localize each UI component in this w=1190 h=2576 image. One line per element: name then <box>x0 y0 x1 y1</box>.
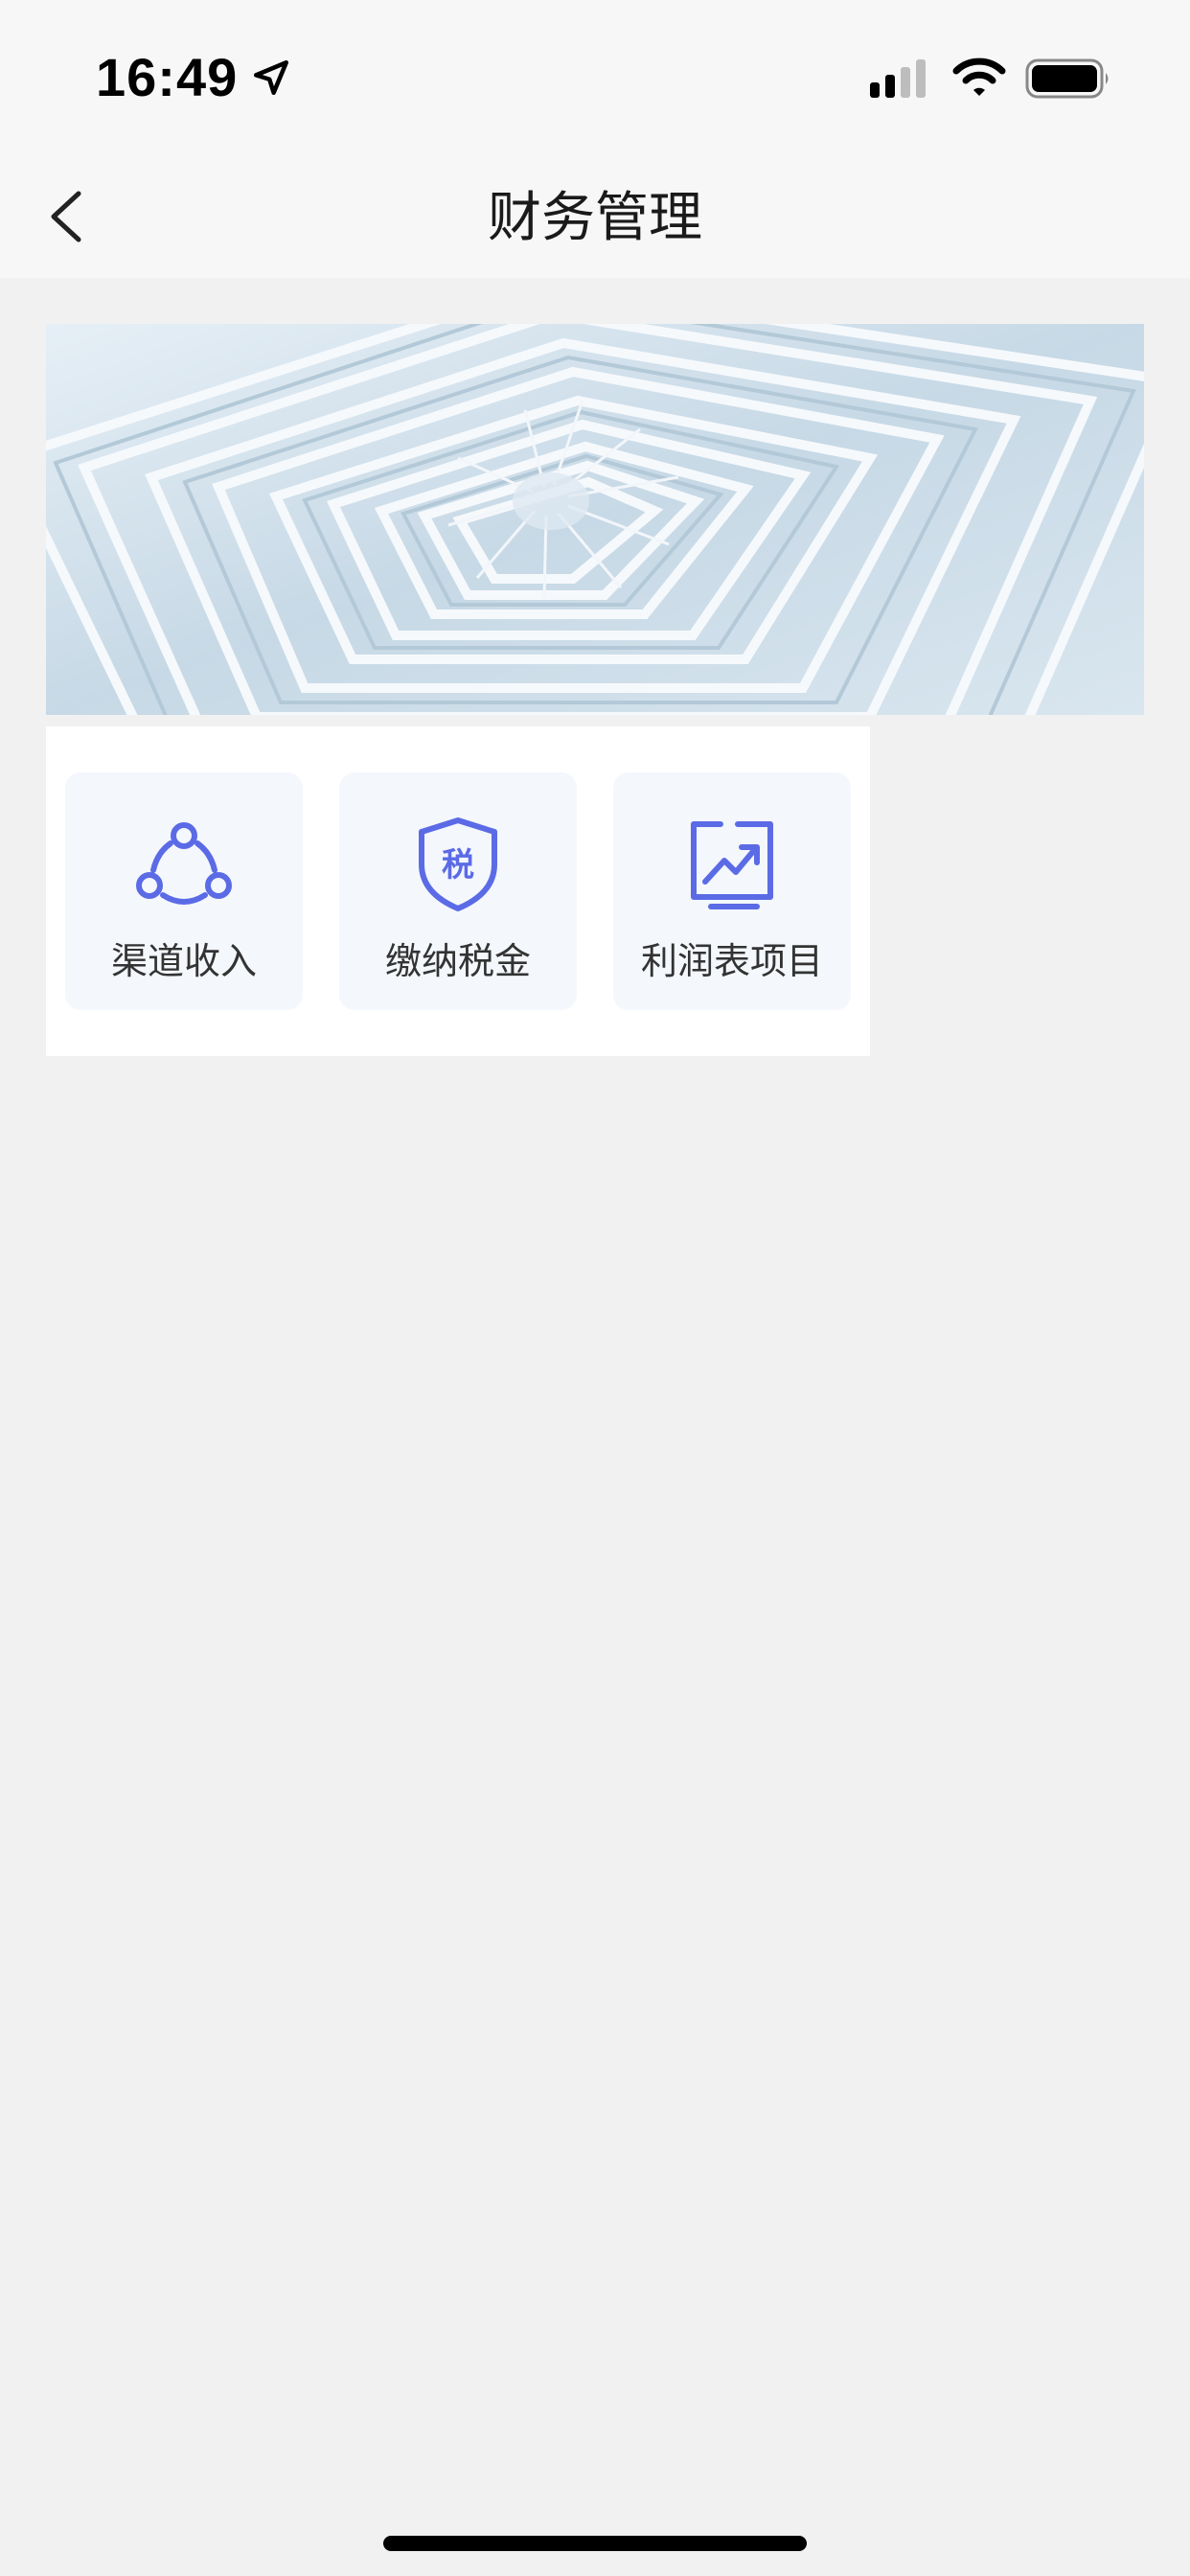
status-bar: 16:49 <box>0 0 1190 153</box>
battery-icon <box>1025 58 1109 99</box>
menu-label-channel-income: 渠道收入 <box>110 940 257 982</box>
cellular-signal-icon <box>870 59 926 98</box>
menu-item-profit-statement[interactable]: 利润表项目 <box>613 772 851 1010</box>
page-title: 财务管理 <box>488 187 702 249</box>
home-indicator[interactable] <box>383 2536 807 2551</box>
menu-item-pay-tax[interactable]: 税 缴纳税金 <box>339 772 577 1010</box>
wifi-icon <box>952 58 1006 96</box>
nav-bar: 财务管理 <box>0 153 1190 278</box>
menu-label-pay-tax: 缴纳税金 <box>384 940 531 982</box>
channel-nodes-icon <box>136 822 232 905</box>
finance-menu-card: 渠道收入 税 缴纳税金 利润表项目 <box>46 726 870 1056</box>
menu-item-channel-income[interactable]: 渠道收入 <box>65 772 303 1010</box>
tax-icon-text: 税 <box>442 846 474 885</box>
banner-image <box>46 324 1144 715</box>
tax-shield-icon: 税 <box>419 817 497 911</box>
status-time: 16:49 <box>96 47 239 107</box>
menu-label-profit-statement: 利润表项目 <box>640 940 823 982</box>
trend-chart-icon <box>691 821 773 909</box>
spiral-corridor-image <box>46 324 1144 715</box>
location-arrow-icon <box>253 59 289 96</box>
